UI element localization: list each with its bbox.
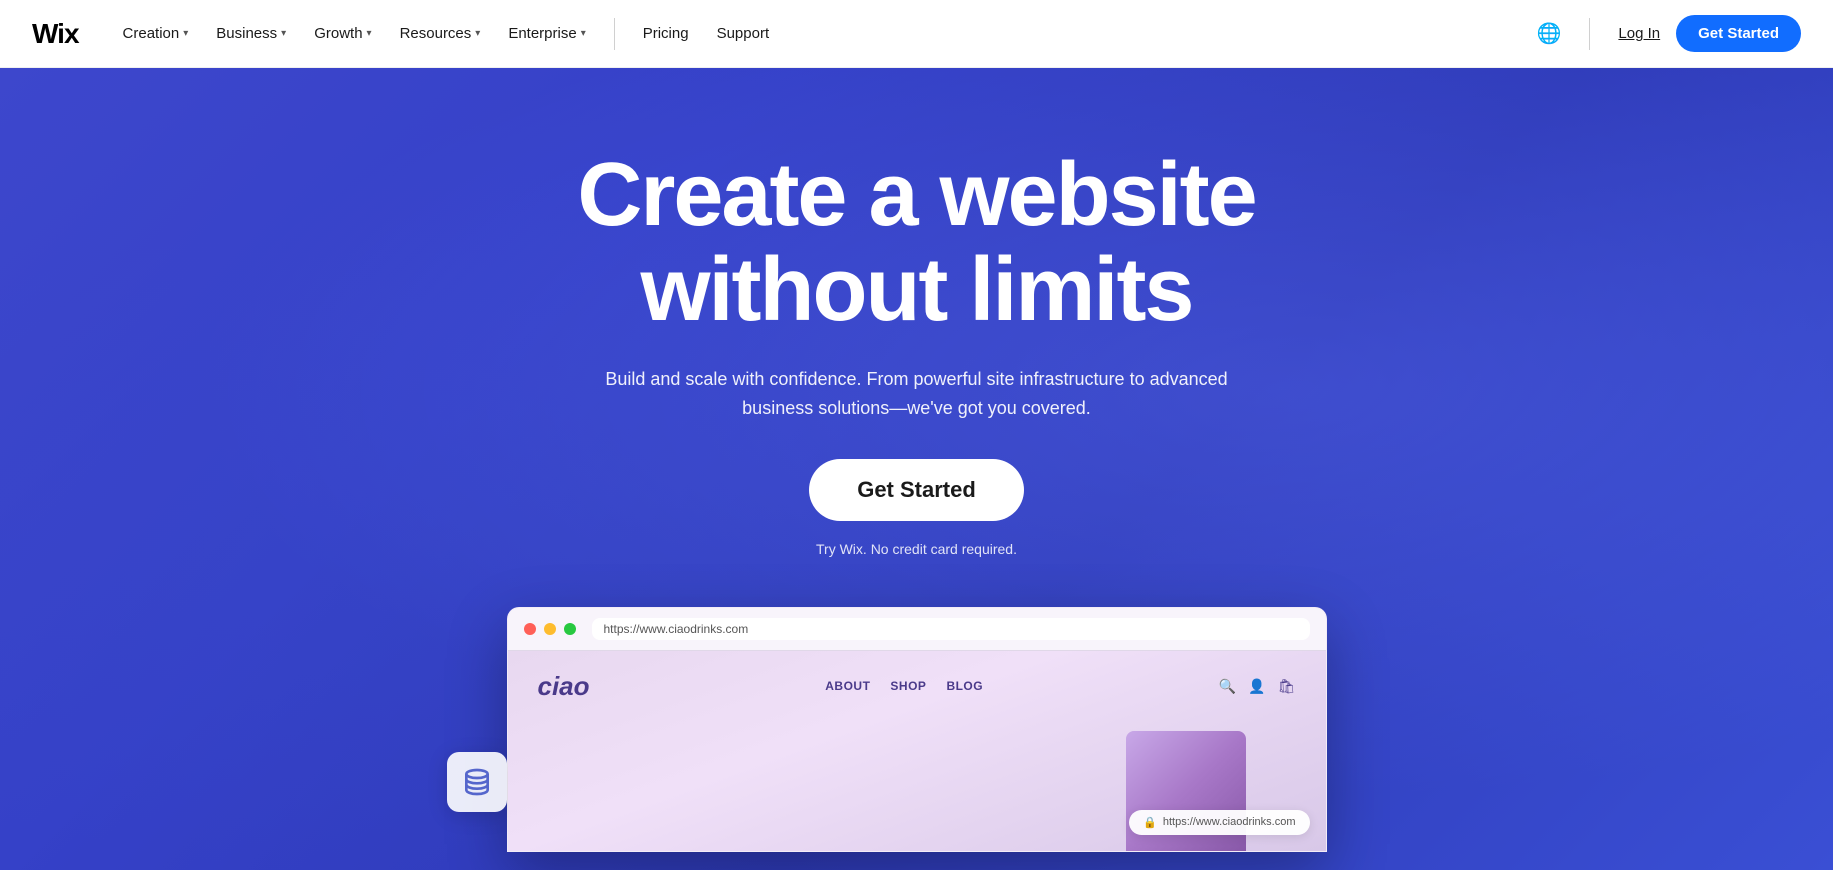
nav-divider [614, 18, 615, 50]
search-icon: 🔍 [1219, 678, 1236, 695]
browser-url-bar: https://www.ciaodrinks.com [592, 618, 1310, 640]
mock-nav-shop: SHOP [890, 679, 926, 693]
browser-mockup-container: https://www.ciaodrinks.com ciao ABOUT SH… [507, 607, 1327, 852]
creation-chevron-icon: ▾ [183, 28, 188, 39]
hero-headline-line1: Create a website [577, 145, 1255, 245]
db-icon-float [447, 752, 507, 812]
browser-dot-red [524, 623, 536, 635]
hero-section: Create a website without limits Build an… [0, 68, 1833, 870]
nav-support[interactable]: Support [705, 17, 782, 50]
nav-creation[interactable]: Creation ▾ [111, 17, 201, 50]
navbar-nav: Creation ▾ Business ▾ Growth ▾ Resources… [111, 17, 1537, 50]
browser-content: ciao ABOUT SHOP BLOG 🔍 👤 🛍 [508, 651, 1326, 851]
lock-icon: 🔒 [1143, 816, 1157, 829]
mock-url-text: https://www.ciaodrinks.com [1163, 816, 1296, 828]
mock-site-logo: ciao [538, 671, 590, 702]
nav-pricing[interactable]: Pricing [631, 17, 701, 50]
hero-headline-line2: without limits [641, 240, 1193, 340]
nav-growth-label: Growth [314, 25, 362, 42]
mock-site-icons: 🔍 👤 🛍 [1219, 678, 1296, 695]
resources-chevron-icon: ▾ [475, 28, 480, 39]
nav-business[interactable]: Business ▾ [204, 17, 298, 50]
browser-dot-yellow [544, 623, 556, 635]
business-chevron-icon: ▾ [281, 28, 286, 39]
mock-url-overlay: 🔒 https://www.ciaodrinks.com [1129, 810, 1309, 835]
url-text: https://www.ciaodrinks.com [604, 622, 749, 636]
mock-site-nav: ciao ABOUT SHOP BLOG 🔍 👤 🛍 [538, 671, 1296, 702]
hero-subtext: Build and scale with confidence. From po… [597, 365, 1237, 423]
bag-icon: 🛍 [1278, 678, 1296, 695]
nav-support-label: Support [717, 25, 770, 42]
hero-content: Create a website without limits Build an… [553, 148, 1279, 597]
user-icon: 👤 [1248, 678, 1265, 695]
browser-bar: https://www.ciaodrinks.com [508, 608, 1326, 651]
nav-business-label: Business [216, 25, 277, 42]
nav-enterprise[interactable]: Enterprise ▾ [496, 17, 597, 50]
nav-resources[interactable]: Resources ▾ [388, 17, 493, 50]
mock-nav-blog: BLOG [946, 679, 983, 693]
wix-logo[interactable]: Wix [32, 18, 79, 50]
navbar: Wix Creation ▾ Business ▾ Growth ▾ Resou… [0, 0, 1833, 68]
language-icon[interactable]: 🌐 [1537, 21, 1562, 46]
growth-chevron-icon: ▾ [367, 28, 372, 39]
nav-enterprise-label: Enterprise [508, 25, 576, 42]
mock-nav-about: ABOUT [825, 679, 870, 693]
nav-creation-label: Creation [123, 25, 180, 42]
database-icon [461, 766, 493, 798]
hero-no-card-text: Try Wix. No credit card required. [577, 541, 1255, 557]
navbar-right: 🌐 Log In Get Started [1537, 15, 1801, 52]
login-link[interactable]: Log In [1618, 25, 1660, 42]
browser-mockup: https://www.ciaodrinks.com ciao ABOUT SH… [507, 607, 1327, 852]
nav-resources-label: Resources [400, 25, 472, 42]
hero-get-started-button[interactable]: Get Started [809, 459, 1024, 521]
nav-pricing-label: Pricing [643, 25, 689, 42]
logo-text: Wix [32, 18, 79, 49]
get-started-button-nav[interactable]: Get Started [1676, 15, 1801, 52]
browser-dot-green [564, 623, 576, 635]
hero-headline: Create a website without limits [577, 148, 1255, 337]
nav-divider-right [1589, 18, 1590, 50]
enterprise-chevron-icon: ▾ [581, 28, 586, 39]
nav-growth[interactable]: Growth ▾ [302, 17, 383, 50]
mock-site-links: ABOUT SHOP BLOG [825, 679, 983, 693]
